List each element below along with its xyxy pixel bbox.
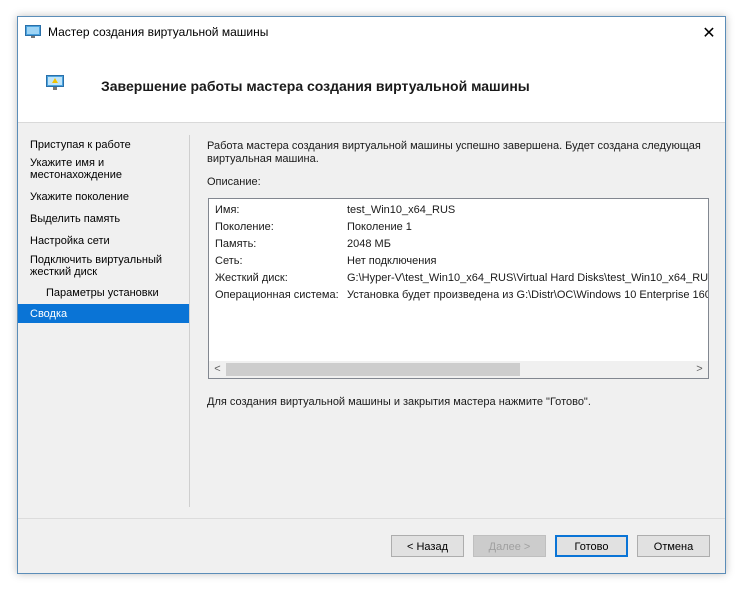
- nav-divider: [189, 135, 190, 507]
- finish-button[interactable]: Готово: [555, 535, 628, 557]
- summary-key-network: Сеть:: [215, 255, 243, 267]
- summary-key-generation: Поколение:: [215, 221, 274, 233]
- description-label: Описание:: [207, 176, 261, 188]
- description-box[interactable]: Имя: test_Win10_x64_RUS Поколение: Покол…: [208, 198, 709, 379]
- summary-value-hard-disk: G:\Hyper-V\test_Win10_x64_RUS\Virtual Ha…: [347, 272, 708, 284]
- nav-step-memory[interactable]: Выделить память: [30, 213, 180, 225]
- wizard-header: Завершение работы мастера создания вирту…: [18, 48, 725, 123]
- wizard-steps-nav: Приступая к работе Укажите имя и местона…: [18, 123, 189, 506]
- nav-step-network[interactable]: Настройка сети: [30, 235, 180, 247]
- page-title: Завершение работы мастера создания вирту…: [101, 78, 530, 94]
- close-icon: ✕: [702, 24, 716, 42]
- summary-key-hard-disk: Жесткий диск:: [215, 272, 288, 284]
- summary-value-os: Установка будет произведена из G:\Distr\…: [347, 289, 708, 301]
- summary-key-memory: Память:: [215, 238, 257, 250]
- nav-step-before-you-begin[interactable]: Приступая к работе: [30, 139, 180, 151]
- scroll-right-button[interactable]: >: [691, 362, 708, 377]
- finish-hint: Для создания виртуальной машины и закрыт…: [207, 396, 591, 408]
- summary-key-name: Имя:: [215, 204, 240, 216]
- close-button[interactable]: ✕: [693, 17, 725, 48]
- summary-key-os: Операционная система:: [215, 289, 339, 301]
- summary-value-name: test_Win10_x64_RUS: [347, 204, 456, 216]
- summary-value-memory: 2048 МБ: [347, 238, 391, 250]
- title-bar: Мастер создания виртуальной машины ✕: [18, 17, 725, 48]
- nav-step-name-location[interactable]: Укажите имя и местонахождение: [30, 157, 180, 181]
- summary-value-generation: Поколение 1: [347, 221, 412, 233]
- nav-step-install-options[interactable]: Параметры установки: [46, 287, 196, 299]
- scroll-left-button[interactable]: <: [209, 362, 226, 377]
- scroll-thumb[interactable]: [226, 363, 520, 376]
- nav-step-summary[interactable]: Сводка: [18, 304, 189, 323]
- nav-step-virtual-disk[interactable]: Подключить виртуальный жесткий диск: [30, 254, 180, 278]
- summary-value-network: Нет подключения: [347, 255, 437, 267]
- footer-separator: [18, 518, 725, 519]
- cancel-button[interactable]: Отмена: [637, 535, 710, 557]
- back-button[interactable]: < Назад: [391, 535, 464, 557]
- next-button[interactable]: Далее >: [473, 535, 546, 557]
- vm-monitor-icon: [25, 25, 41, 38]
- horizontal-scrollbar[interactable]: < >: [209, 361, 708, 378]
- nav-step-generation[interactable]: Укажите поколение: [30, 191, 180, 203]
- vm-monitor-icon: [46, 75, 64, 90]
- wizard-window: Мастер создания виртуальной машины ✕ Зав…: [17, 16, 726, 574]
- window-title: Мастер создания виртуальной машины: [48, 25, 269, 39]
- intro-text: Работа мастера создания виртуальной маши…: [207, 140, 701, 165]
